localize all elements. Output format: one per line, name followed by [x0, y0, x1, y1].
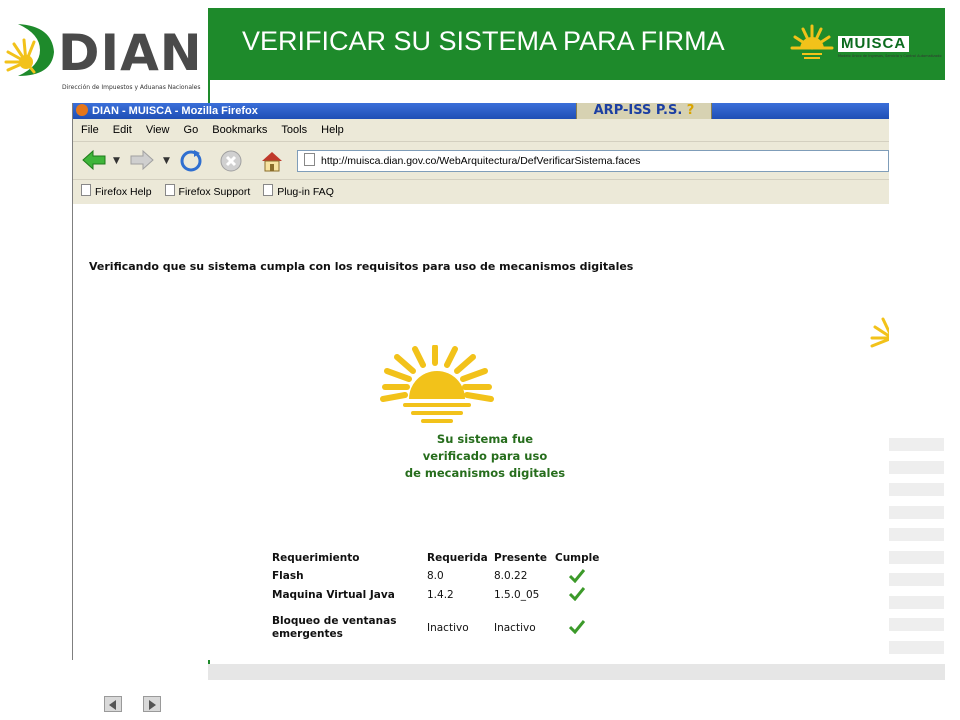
arp-badge-label: ARP-ISS P.S.: [593, 103, 683, 118]
firefox-icon: [76, 104, 88, 116]
row-java-present: 1.5.0_05: [494, 589, 540, 601]
browser-title-bar: DIAN - MUISCA - Mozilla Firefox: [73, 103, 889, 119]
bookmarks-toolbar: Firefox Help Firefox Support Plug-in FAQ: [73, 179, 889, 205]
menu-go[interactable]: Go: [184, 124, 199, 136]
bookmark-label: Firefox Support: [178, 186, 251, 198]
address-bar[interactable]: http://muisca.dian.gov.co/WebArquitectur…: [297, 150, 889, 172]
corner-sun-icon: [870, 317, 889, 348]
bookmark-firefox-support[interactable]: Firefox Support: [164, 184, 251, 198]
dian-subtitle: Dirección de Impuestos y Aduanas Naciona…: [62, 84, 201, 91]
left-triangle-icon: [109, 700, 116, 710]
slide-title: VERIFICAR SU SISTEMA PARA FIRMA: [242, 26, 725, 56]
row-flash-required: 8.0: [427, 570, 444, 582]
bookmark-label: Plug-in FAQ: [277, 186, 334, 198]
bookmark-page-icon: [164, 184, 175, 196]
bookmark-page-icon: [81, 184, 91, 196]
muisca-subtitle: Modelo Único de Ingresos, Servicio y Con…: [838, 54, 942, 58]
menu-edit[interactable]: Edit: [113, 124, 132, 136]
muisca-wordmark: MUISCA: [838, 36, 910, 52]
header-cumple: Cumple: [555, 552, 600, 564]
row-popup-present: Inactivo: [494, 622, 536, 634]
header-requerida: Requerida: [427, 552, 488, 564]
row-popup-required: Inactivo: [427, 622, 469, 634]
menu-tools[interactable]: Tools: [281, 124, 307, 136]
url-text: http://muisca.dian.gov.co/WebArquitectur…: [321, 155, 641, 167]
menu-file[interactable]: File: [81, 124, 99, 136]
check-icon: [569, 620, 585, 634]
check-icon: [569, 587, 585, 601]
bookmark-page-icon: [263, 184, 274, 196]
row-flash-name: Flash: [272, 570, 304, 582]
row-java-required: 1.4.2: [427, 589, 454, 601]
forward-dropdown-icon[interactable]: ▼: [163, 156, 170, 166]
row-java-name: Maquina Virtual Java: [272, 589, 395, 601]
dian-sun-logo-icon: [4, 24, 54, 76]
check-icon: [569, 569, 585, 583]
reload-icon[interactable]: [179, 149, 203, 173]
muisca-sun-icon: [790, 24, 834, 59]
slide-title-bar: VERIFICAR SU SISTEMA PARA FIRMA MUISCA M…: [208, 8, 945, 80]
menu-help[interactable]: Help: [321, 124, 344, 136]
back-arrow-icon[interactable]: [81, 149, 107, 171]
bookmark-firefox-help[interactable]: Firefox Help: [81, 184, 152, 198]
navigation-toolbar: ▼ ▼ http://muisca.dian.gov.co/WebArquite…: [73, 141, 889, 180]
bookmark-plugin-faq[interactable]: Plug-in FAQ: [263, 184, 334, 198]
row-flash-present: 8.0.22: [494, 570, 528, 582]
verified-line-2: verificado para uso: [422, 449, 548, 463]
dian-wordmark: DIAN: [58, 24, 203, 82]
next-slide-button[interactable]: [143, 696, 161, 712]
forward-arrow-icon[interactable]: [129, 149, 155, 171]
page-icon: [304, 153, 315, 166]
verified-line-3: de mecanismos digitales: [404, 466, 566, 480]
stop-icon[interactable]: [219, 149, 243, 173]
row-popup-name: Bloqueo de ventanas emergentes: [272, 615, 397, 640]
verification-heading: Verificando que su sistema cumpla con lo…: [89, 260, 634, 273]
header-presente: Presente: [494, 552, 547, 564]
verified-message: Su sistema fue verificado para uso de me…: [335, 431, 635, 482]
menu-bar: File Edit View Go Bookmarks Tools Help: [73, 119, 889, 141]
window-title: DIAN - MUISCA - Mozilla Firefox: [92, 105, 258, 117]
decorative-stripes: [888, 438, 944, 658]
bookmark-label: Firefox Help: [95, 186, 152, 198]
menu-view[interactable]: View: [146, 124, 170, 136]
bottom-band: [208, 664, 945, 680]
home-icon[interactable]: [259, 149, 285, 173]
header-requerimiento: Requerimiento: [272, 552, 360, 564]
menu-bookmarks[interactable]: Bookmarks: [212, 124, 267, 136]
dian-logo: DIAN Dirección de Impuestos y Aduanas Na…: [0, 8, 205, 91]
previous-slide-button[interactable]: [104, 696, 122, 712]
verified-line-1: Su sistema fue: [436, 432, 534, 446]
verified-sun-icon: [380, 345, 494, 423]
right-triangle-icon: [149, 700, 156, 710]
back-dropdown-icon[interactable]: ▼: [113, 156, 120, 166]
browser-window: DIAN - MUISCA - Mozilla Firefox ARP-ISS …: [72, 103, 889, 660]
